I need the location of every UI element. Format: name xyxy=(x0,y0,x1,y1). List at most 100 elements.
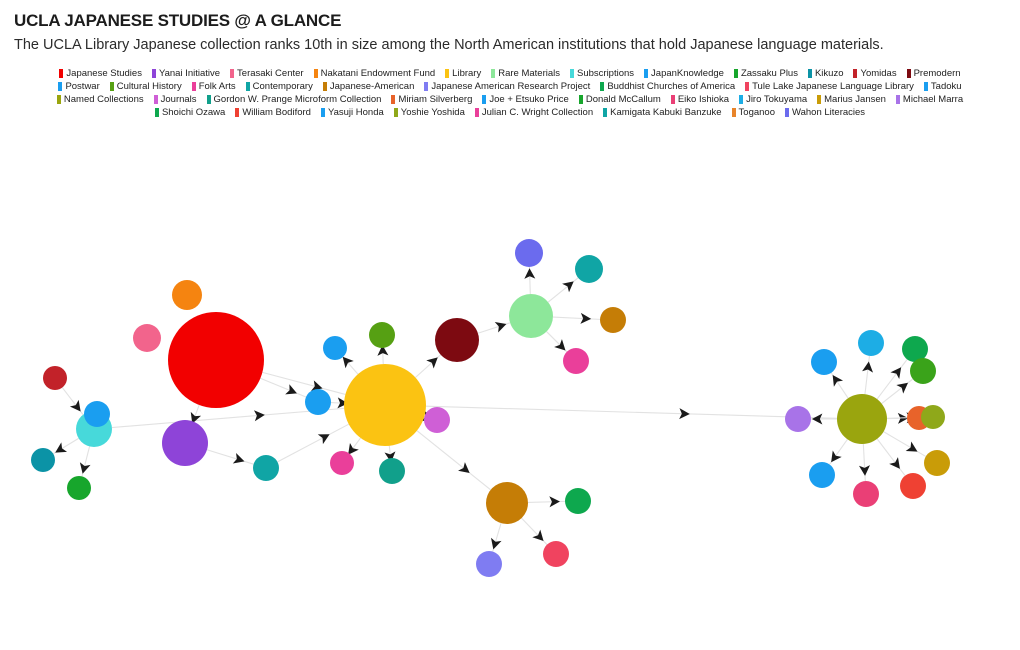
legend-item[interactable]: Donald McCallum xyxy=(578,93,661,106)
graph-node-kikuzo[interactable] xyxy=(31,448,55,472)
legend-item[interactable]: Library xyxy=(445,67,481,80)
graph-node-yasuji-honda[interactable] xyxy=(809,462,835,488)
legend-item[interactable]: Cultural History xyxy=(109,80,182,93)
graph-node-shoichi-ozawa[interactable] xyxy=(910,358,936,384)
legend-item-label: Contemporary xyxy=(252,80,313,92)
edge-arrow-icon xyxy=(69,399,81,412)
graph-node-rare-materials[interactable] xyxy=(509,294,553,338)
legend-item[interactable]: JapanKnowledge xyxy=(644,67,724,80)
graph-node-terasaki-center[interactable] xyxy=(133,324,161,352)
graph-node-buddhist-churches[interactable] xyxy=(565,488,591,514)
graph-node-named-collections[interactable] xyxy=(837,394,887,444)
legend-item[interactable]: Japanese-American xyxy=(322,80,414,93)
graph-node-nakatani-endowment-fund[interactable] xyxy=(172,280,202,310)
legend-item-label: Library xyxy=(452,67,482,79)
legend-swatch-icon xyxy=(56,94,61,104)
legend-item[interactable]: Yasuji Honda xyxy=(320,106,384,119)
graph-node-kamigata-kabuki-banzuke[interactable] xyxy=(575,255,603,283)
graph-node-folk-arts[interactable] xyxy=(330,451,354,475)
graph-node-yomidas[interactable] xyxy=(43,366,67,390)
legend-item[interactable]: Japanese Studies xyxy=(59,67,142,80)
legend-item-label: Named Collections xyxy=(63,93,144,105)
graph-node-zassaku-plus[interactable] xyxy=(67,476,91,500)
legend-item[interactable]: Kikuzo xyxy=(807,67,843,80)
graph-node-wahon-literacies[interactable] xyxy=(515,239,543,267)
graph-node-journals[interactable] xyxy=(424,407,450,433)
legend-item-label: Tadoku xyxy=(930,80,962,92)
graph-node-jiro-tokuyama[interactable] xyxy=(858,330,884,356)
legend-item[interactable]: Tule Lake Japanese Language Library xyxy=(745,80,914,93)
legend-item[interactable]: Buddhist Churches of America xyxy=(600,80,735,93)
graph-node-marius-jansen[interactable] xyxy=(924,450,950,476)
legend-item[interactable]: Yomidas xyxy=(853,67,897,80)
legend-item[interactable]: Rare Materials xyxy=(491,67,560,80)
legend-item[interactable]: Shoichi Ozawa xyxy=(154,106,225,119)
legend-item[interactable]: Subscriptions xyxy=(570,67,634,80)
graph-node-julian-wright-collection[interactable] xyxy=(563,348,589,374)
legend-item[interactable]: Japanese American Research Project xyxy=(424,80,590,93)
graph-node-contemporary-left[interactable] xyxy=(253,455,279,481)
graph-node-japanese-american[interactable] xyxy=(486,482,528,524)
legend-item[interactable]: Postwar xyxy=(58,80,100,93)
graph-node-joe-etsuko-price[interactable] xyxy=(811,349,837,375)
legend-item[interactable]: Premodern xyxy=(906,67,961,80)
graph-node-tule-lake[interactable] xyxy=(543,541,569,567)
graph-node-japanknowledge[interactable] xyxy=(84,401,110,427)
legend-item-label: Jiro Tokuyama xyxy=(746,93,808,105)
legend-item[interactable]: William Bodiford xyxy=(235,106,311,119)
legend-item[interactable]: Terasaki Center xyxy=(230,67,304,80)
graph-edge xyxy=(262,371,346,395)
legend-item-label: Yomidas xyxy=(860,67,897,79)
legend-swatch-icon xyxy=(235,107,240,117)
legend-swatch-icon xyxy=(58,81,63,91)
graph-node-yoshie-yoshida[interactable] xyxy=(921,405,945,429)
legend-item[interactable]: Zassaku Plus xyxy=(733,67,798,80)
legend-item-label: Wahon Literacies xyxy=(792,106,866,118)
graph-node-yanai-initiative[interactable] xyxy=(162,420,208,466)
legend-item[interactable]: Yanai Initiative xyxy=(151,67,220,80)
legend-item[interactable]: Joe + Etsuko Price xyxy=(482,93,569,106)
network-graph[interactable] xyxy=(0,166,1020,650)
graph-node-cultural-history[interactable] xyxy=(369,322,395,348)
legend-item[interactable]: Eiko Ishioka xyxy=(670,93,729,106)
graph-node-eiko-ishioka[interactable] xyxy=(853,481,879,507)
graph-node-gordon-prange[interactable] xyxy=(379,458,405,484)
graph-node-postwar[interactable] xyxy=(305,389,331,415)
legend-item[interactable]: Folk Arts xyxy=(191,80,236,93)
legend-item[interactable]: Julian C. Wright Collection xyxy=(474,106,593,119)
graph-node-library[interactable] xyxy=(344,364,426,446)
legend-item-label: Tule Lake Japanese Language Library xyxy=(752,80,914,92)
legend-item[interactable]: Wahon Literacies xyxy=(785,106,865,119)
legend-item[interactable]: Michael Marra xyxy=(895,93,963,106)
legend-item[interactable]: Tadoku xyxy=(923,80,962,93)
header: UCLA JAPANESE STUDIES @ A GLANCE The UCL… xyxy=(0,0,1020,58)
graph-node-tadoku[interactable] xyxy=(323,336,347,360)
legend-item[interactable]: Toganoo xyxy=(731,106,775,119)
edge-arrow-icon xyxy=(896,382,909,394)
legend-swatch-icon xyxy=(482,94,487,104)
legend-item[interactable]: Contemporary xyxy=(245,80,313,93)
legend-item[interactable]: Marius Jansen xyxy=(817,93,886,106)
legend-item[interactable]: Kamigata Kabuki Banzuke xyxy=(603,106,722,119)
legend-swatch-icon xyxy=(474,107,479,117)
graph-node-japanese-american-research-project[interactable] xyxy=(476,551,502,577)
page-title: UCLA JAPANESE STUDIES @ A GLANCE xyxy=(14,11,342,30)
legend-item[interactable]: Journals xyxy=(153,93,197,106)
graph-edge xyxy=(260,377,307,398)
edge-arrow-icon xyxy=(458,462,470,473)
graph-node-premodern[interactable] xyxy=(435,318,479,362)
legend-item[interactable]: Miriam Silverberg xyxy=(391,93,472,106)
legend-swatch-icon xyxy=(230,68,235,78)
legend-item-label: Marius Jansen xyxy=(824,93,886,105)
graph-node-william-bodiford[interactable] xyxy=(900,473,926,499)
legend-item[interactable]: Gordon W. Prange Microform Collection xyxy=(206,93,381,106)
legend-item[interactable]: Yoshie Yoshida xyxy=(393,106,465,119)
legend-item-label: Cultural History xyxy=(116,80,182,92)
legend-item[interactable]: Named Collections xyxy=(56,93,144,106)
graph-node-toganoo[interactable] xyxy=(600,307,626,333)
legend-item-label: Nakatani Endowment Fund xyxy=(320,67,436,79)
graph-node-japanese-studies[interactable] xyxy=(168,312,264,408)
legend-item[interactable]: Jiro Tokuyama xyxy=(739,93,807,106)
legend-item[interactable]: Nakatani Endowment Fund xyxy=(313,67,436,80)
graph-node-michael-marra[interactable] xyxy=(785,406,811,432)
